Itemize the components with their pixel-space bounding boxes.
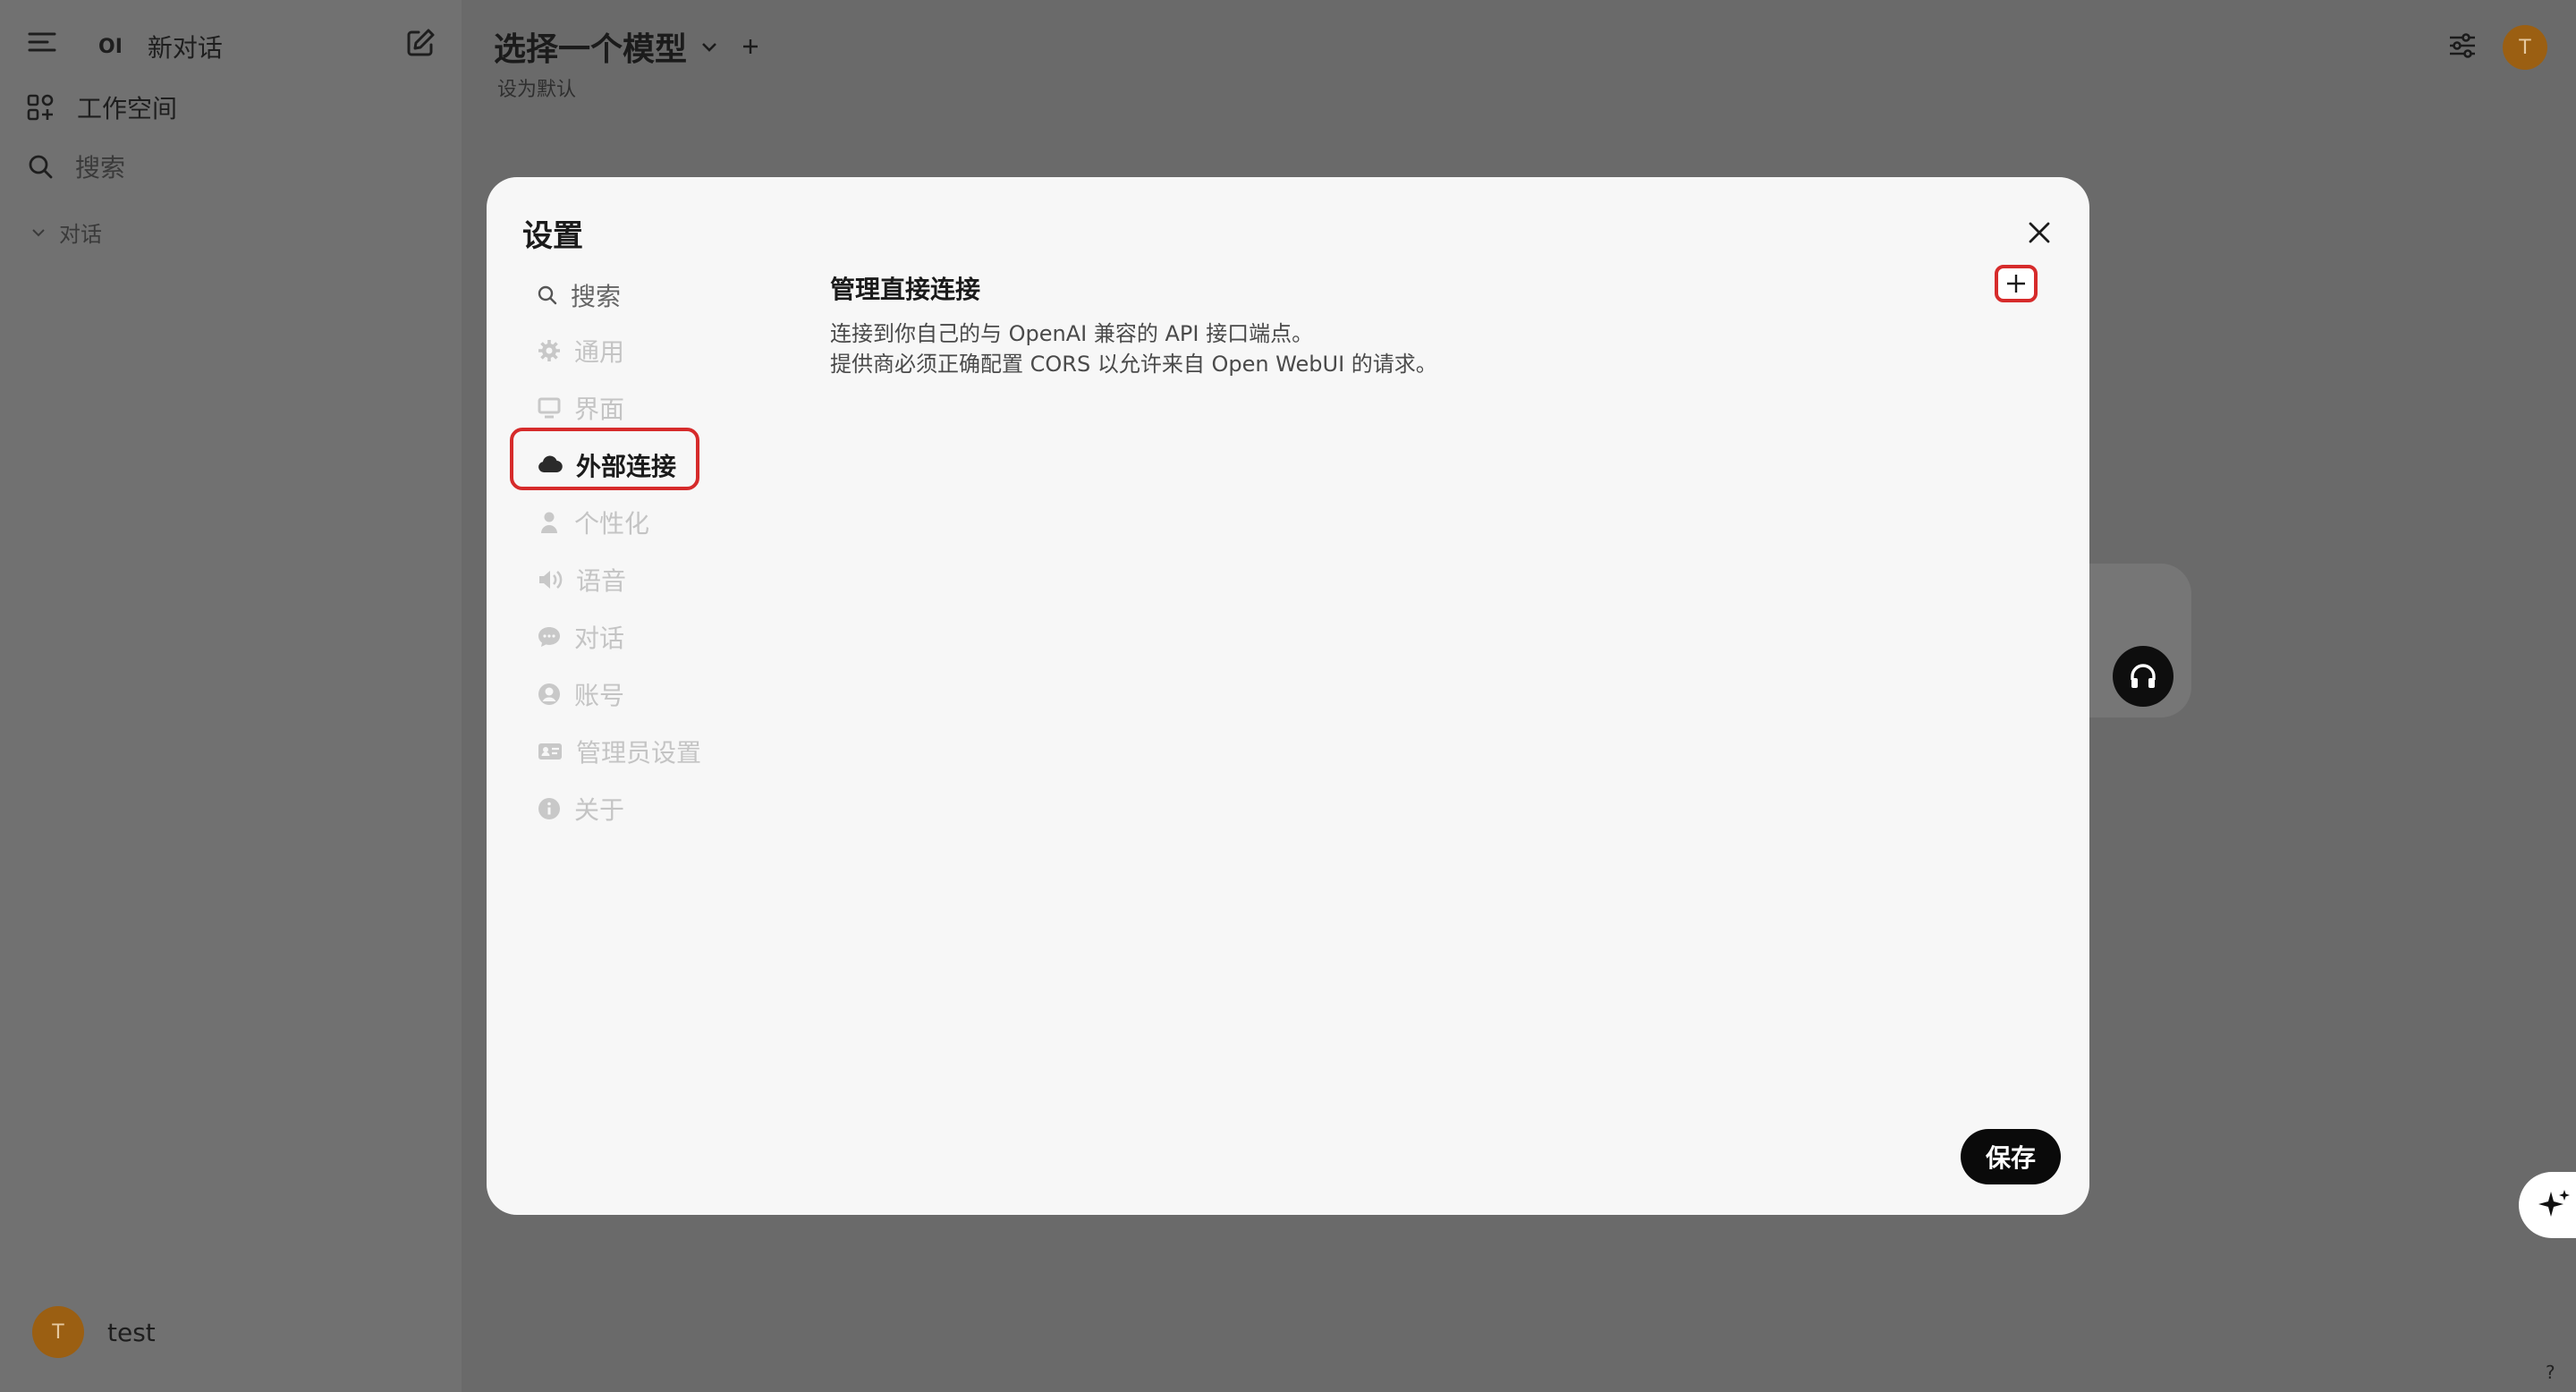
- nav-label: 搜索: [571, 282, 622, 311]
- nav-highlight-box: [510, 428, 699, 490]
- sliders-icon: [2447, 30, 2478, 61]
- save-button[interactable]: 保存: [1961, 1129, 2061, 1184]
- panel-title: 管理直接连接: [830, 275, 981, 304]
- model-select-label: 选择一个模型: [494, 31, 688, 68]
- search-icon: [27, 153, 54, 180]
- modal-title: 设置: [522, 218, 583, 254]
- plus-icon: [2004, 272, 2028, 295]
- nav-label: 语音: [576, 566, 627, 596]
- voice-call-button[interactable]: [2113, 646, 2174, 707]
- workspace-label: 工作空间: [77, 94, 178, 123]
- nav-search[interactable]: 搜索: [521, 267, 785, 324]
- headphones-icon: [2127, 660, 2159, 692]
- info-icon: [537, 796, 562, 821]
- sidebar-item-workspace[interactable]: 工作空间: [27, 89, 177, 125]
- nav-label: 个性化: [574, 509, 650, 539]
- close-button[interactable]: [2021, 215, 2057, 250]
- nav-general[interactable]: 通用: [521, 322, 785, 379]
- avatar: T: [32, 1306, 84, 1358]
- nav-label: 关于: [574, 795, 625, 825]
- add-connection-button[interactable]: [1995, 265, 2038, 302]
- assistant-button[interactable]: [2519, 1172, 2576, 1238]
- settings-modal: 设置 搜索 通用 界面 外部连接 个性化 语音 对话 账号 管理员设置 关于 管…: [487, 177, 2089, 1215]
- new-chat-link[interactable]: OI 新对话: [98, 29, 223, 64]
- add-model-icon[interactable]: [741, 37, 760, 56]
- speaker-icon: [537, 567, 564, 592]
- chats-section-toggle[interactable]: 对话: [30, 216, 102, 248]
- nav-audio[interactable]: 语音: [521, 551, 785, 608]
- nav-account[interactable]: 账号: [521, 666, 785, 723]
- search-label: 搜索: [75, 153, 126, 182]
- chevron-down-icon: [30, 225, 47, 241]
- grid-icon: [27, 94, 54, 121]
- nav-chats[interactable]: 对话: [521, 608, 785, 666]
- set-default-link[interactable]: 设为默认: [497, 73, 576, 102]
- sidebar-search[interactable]: 搜索: [27, 149, 125, 184]
- panel-desc-line: 提供商必须正确配置 CORS 以允许来自 Open WebUI 的请求。: [830, 352, 1437, 377]
- search-icon: [537, 284, 558, 306]
- help-button[interactable]: ?: [2546, 1362, 2555, 1383]
- nav-label: 对话: [574, 624, 625, 653]
- nav-label: 管理员设置: [576, 738, 702, 768]
- panel-desc-line: 连接到你自己的与 OpenAI 兼容的 API 接口端点。: [830, 321, 1314, 346]
- sparkles-icon: [2535, 1186, 2572, 1224]
- new-chat-label: 新对话: [147, 33, 223, 63]
- sidebar: OI 新对话 工作空间 搜索 对话 T test: [0, 0, 462, 1392]
- nav-about[interactable]: 关于: [521, 780, 785, 837]
- monitor-icon: [537, 395, 562, 420]
- id-card-icon: [537, 739, 564, 764]
- chevron-down-icon[interactable]: [699, 37, 719, 56]
- menu-icon: [27, 27, 57, 57]
- person-icon: [537, 510, 562, 535]
- close-icon: [2028, 221, 2051, 244]
- compose-button[interactable]: [404, 27, 436, 59]
- header-avatar[interactable]: T: [2503, 25, 2547, 70]
- user-menu[interactable]: T test: [32, 1306, 156, 1358]
- nav-label: 界面: [574, 395, 625, 424]
- gear-icon: [537, 338, 562, 363]
- controls-button[interactable]: [2447, 30, 2478, 61]
- menu-toggle-button[interactable]: [27, 27, 57, 57]
- nav-label: 账号: [574, 681, 625, 710]
- nav-personalization[interactable]: 个性化: [521, 494, 785, 551]
- chat-bubble-icon: [537, 624, 562, 649]
- edit-icon: [404, 27, 436, 59]
- nav-admin-settings[interactable]: 管理员设置: [521, 723, 785, 780]
- nav-label: 通用: [574, 337, 625, 367]
- model-selector[interactable]: 选择一个模型: [494, 23, 760, 70]
- user-circle-icon: [537, 682, 562, 707]
- brand-logo: OI: [98, 35, 123, 58]
- chats-section-label: 对话: [59, 222, 102, 247]
- panel-description: 连接到你自己的与 OpenAI 兼容的 API 接口端点。 提供商必须正确配置 …: [830, 318, 1437, 379]
- user-name: test: [107, 1317, 156, 1347]
